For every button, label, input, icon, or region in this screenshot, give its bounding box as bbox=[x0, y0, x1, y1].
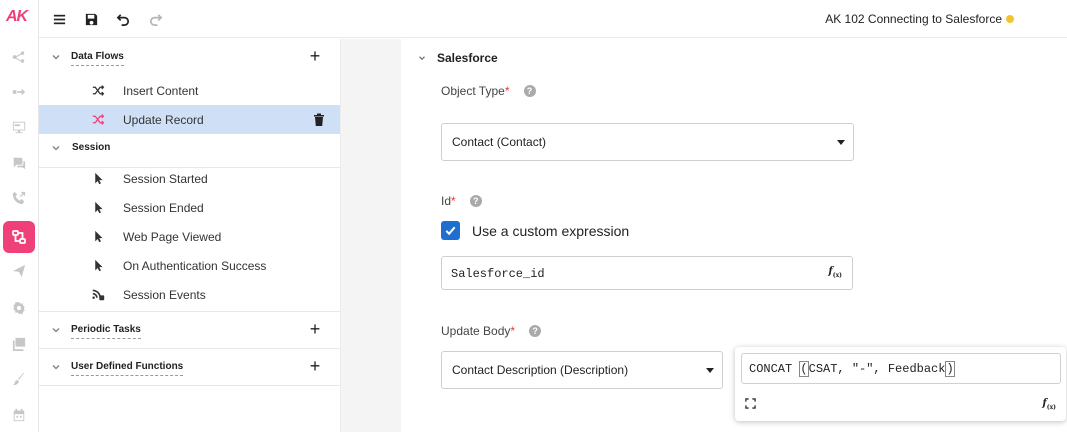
required-mark: * bbox=[510, 324, 516, 338]
tree-item-session-events[interactable]: Session Events bbox=[39, 280, 340, 311]
gallery-icon[interactable] bbox=[9, 334, 29, 354]
chevron-down-icon[interactable] bbox=[417, 53, 427, 63]
help-icon[interactable]: ? bbox=[523, 85, 536, 97]
fx-icon[interactable]: f(x) bbox=[828, 266, 842, 279]
required-mark: * bbox=[451, 194, 456, 208]
cursor-icon bbox=[91, 171, 105, 185]
chat-icon[interactable] bbox=[9, 153, 29, 173]
tree-item-insert-content[interactable]: Insert Content bbox=[39, 76, 340, 105]
update-body-label: Update Body * ? bbox=[441, 324, 542, 338]
chevron-down-icon[interactable] bbox=[50, 361, 62, 373]
tree-item-label: Update Record bbox=[123, 113, 204, 127]
tree-item-label: Session Started bbox=[123, 172, 208, 186]
cursor-icon bbox=[91, 200, 105, 214]
group-session[interactable]: Session bbox=[39, 134, 340, 168]
code-middle: CSAT, "-", Feedback bbox=[808, 362, 946, 376]
tree-item-web-page-viewed[interactable]: Web Page Viewed bbox=[39, 222, 340, 251]
calendar-icon[interactable] bbox=[9, 405, 29, 425]
id-expression-input[interactable]: Salesforce_id f(x) bbox=[441, 256, 853, 290]
add-function-button[interactable]: + bbox=[308, 357, 322, 375]
group-periodic-tasks[interactable]: Periodic Tasks + bbox=[39, 312, 340, 349]
close-paren: ) bbox=[945, 361, 955, 377]
help-icon[interactable]: ? bbox=[469, 195, 482, 207]
chevron-down-icon[interactable] bbox=[50, 324, 62, 336]
field-label-text: Id bbox=[441, 194, 452, 208]
caret-down-icon bbox=[837, 140, 845, 145]
events-icon bbox=[91, 287, 105, 301]
section-title: Salesforce bbox=[437, 51, 498, 65]
object-type-label: Object Type * ? bbox=[441, 84, 536, 98]
field-label-text: Object Type bbox=[441, 84, 505, 98]
app-logo[interactable]: AK bbox=[6, 8, 32, 30]
tree-item-label: Insert Content bbox=[123, 84, 199, 98]
shuffle-icon bbox=[91, 83, 105, 97]
phone-icon[interactable] bbox=[9, 188, 29, 208]
expression-code: CONCAT (CSAT, "-", Feedback) bbox=[749, 361, 955, 377]
update-body-select[interactable]: Contact Description (Description) bbox=[441, 351, 723, 389]
fx-sub: (x) bbox=[832, 272, 842, 279]
panel-gutter bbox=[341, 39, 401, 432]
chevron-down-icon[interactable] bbox=[50, 142, 62, 154]
expression-text: Salesforce_id bbox=[451, 267, 545, 281]
screen-icon[interactable] bbox=[9, 117, 29, 137]
tree-item-session-ended[interactable]: Session Ended bbox=[39, 193, 340, 222]
settings-icon[interactable] bbox=[9, 298, 29, 318]
help-icon[interactable]: ? bbox=[529, 325, 542, 337]
expression-editor-input[interactable]: CONCAT (CSAT, "-", Feedback) bbox=[741, 353, 1061, 384]
status-dot bbox=[1006, 15, 1014, 23]
field-label-text: Update Body bbox=[441, 324, 511, 338]
tree-item-label: Session Ended bbox=[123, 201, 204, 215]
custom-expression-row: Use a custom expression bbox=[441, 221, 629, 240]
open-paren: ( bbox=[799, 361, 809, 377]
tree-item-on-authentication-success[interactable]: On Authentication Success bbox=[39, 251, 340, 280]
menu-icon[interactable] bbox=[50, 10, 68, 28]
toolbar: AK 102 Connecting to Salesforce bbox=[39, 0, 1067, 38]
connections-icon[interactable] bbox=[9, 47, 29, 67]
brush-icon[interactable] bbox=[9, 369, 29, 389]
flow-tree: Data Flows + Insert Content Update Recor… bbox=[39, 39, 341, 432]
group-label: User Defined Functions bbox=[71, 361, 184, 376]
custom-expression-checkbox[interactable] bbox=[441, 221, 460, 240]
select-value: Contact (Contact) bbox=[452, 135, 547, 149]
check-icon bbox=[445, 226, 456, 236]
tree-item-session-started[interactable]: Session Started bbox=[39, 164, 340, 193]
tree-item-label: On Authentication Success bbox=[123, 259, 267, 273]
group-data-flows[interactable]: Data Flows + bbox=[39, 39, 340, 76]
flow-icon[interactable] bbox=[9, 82, 29, 102]
section-header[interactable]: Salesforce bbox=[417, 51, 498, 65]
expand-icon[interactable] bbox=[745, 398, 756, 409]
group-label: Data Flows bbox=[71, 51, 124, 66]
shuffle-icon bbox=[91, 112, 105, 126]
undo-icon[interactable] bbox=[114, 10, 132, 28]
group-label: Periodic Tasks bbox=[71, 324, 141, 339]
send-icon[interactable] bbox=[9, 261, 29, 281]
caret-down-icon bbox=[706, 368, 714, 373]
code-prefix: CONCAT bbox=[749, 362, 800, 376]
cursor-icon bbox=[91, 258, 105, 272]
data-flows-icon[interactable] bbox=[3, 221, 35, 253]
trash-icon[interactable] bbox=[313, 113, 325, 126]
add-data-flow-button[interactable]: + bbox=[308, 47, 322, 65]
expression-editor-popup: CONCAT (CSAT, "-", Feedback) f(x) bbox=[735, 347, 1066, 421]
redo-icon[interactable] bbox=[146, 10, 164, 28]
required-mark: * bbox=[504, 84, 510, 98]
group-label: Session bbox=[72, 142, 111, 153]
fx-sub: (x) bbox=[1046, 404, 1056, 411]
save-icon[interactable] bbox=[82, 10, 100, 28]
fx-icon[interactable]: f(x) bbox=[1042, 398, 1056, 411]
tree-item-label: Web Page Viewed bbox=[123, 230, 222, 244]
chevron-down-icon[interactable] bbox=[50, 51, 62, 63]
document-title-text: AK 102 Connecting to Salesforce bbox=[825, 12, 1002, 26]
add-periodic-task-button[interactable]: + bbox=[308, 320, 322, 338]
id-label: Id * ? bbox=[441, 194, 482, 208]
group-user-defined-functions[interactable]: User Defined Functions + bbox=[39, 349, 340, 386]
checkbox-label[interactable]: Use a custom expression bbox=[472, 223, 629, 239]
icon-rail: AK bbox=[0, 0, 39, 432]
object-type-select[interactable]: Contact (Contact) bbox=[441, 123, 854, 161]
select-value: Contact Description (Description) bbox=[452, 363, 629, 377]
tree-item-label: Session Events bbox=[123, 288, 206, 302]
cursor-icon bbox=[91, 229, 105, 243]
document-title: AK 102 Connecting to Salesforce bbox=[825, 12, 1014, 26]
tree-item-update-record[interactable]: Update Record bbox=[39, 105, 340, 134]
